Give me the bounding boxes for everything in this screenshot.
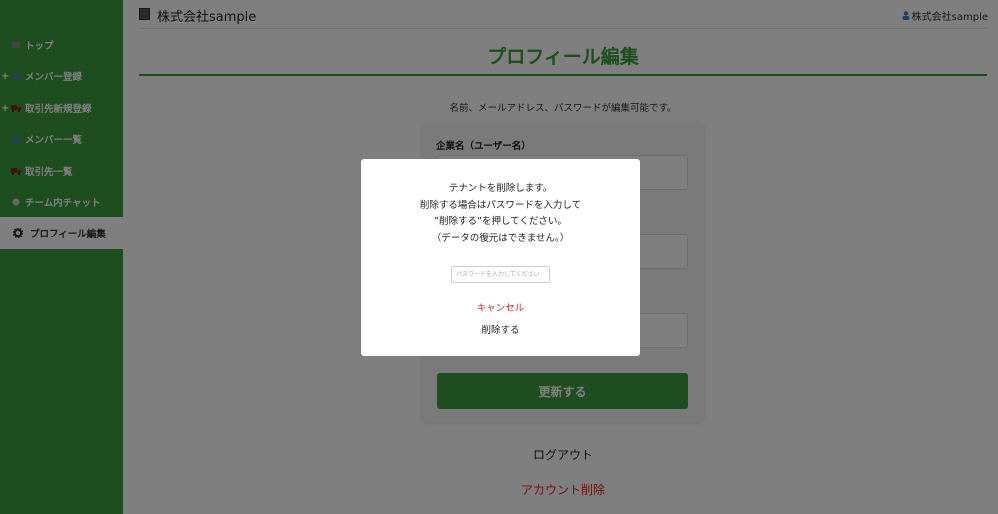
modal-message-line: テナントを削除します。 [448,183,553,194]
modal-cancel-button[interactable]: キャンセル [361,300,640,314]
modal-delete-button[interactable]: 削除する [361,322,640,336]
modal-message-line: ”削除する”を押してください。 [434,216,567,227]
modal-password-input[interactable] [451,266,550,283]
modal-message-line: （データの復元はできません。） [431,232,570,244]
delete-tenant-modal: テナントを削除します。 削除する場合はパスワードを入力して ”削除する”を押して… [361,159,640,356]
modal-message-line: 削除する場合はパスワードを入力して [419,199,582,211]
modal-message: テナントを削除します。 削除する場合はパスワードを入力して ”削除する”を押して… [361,181,640,247]
